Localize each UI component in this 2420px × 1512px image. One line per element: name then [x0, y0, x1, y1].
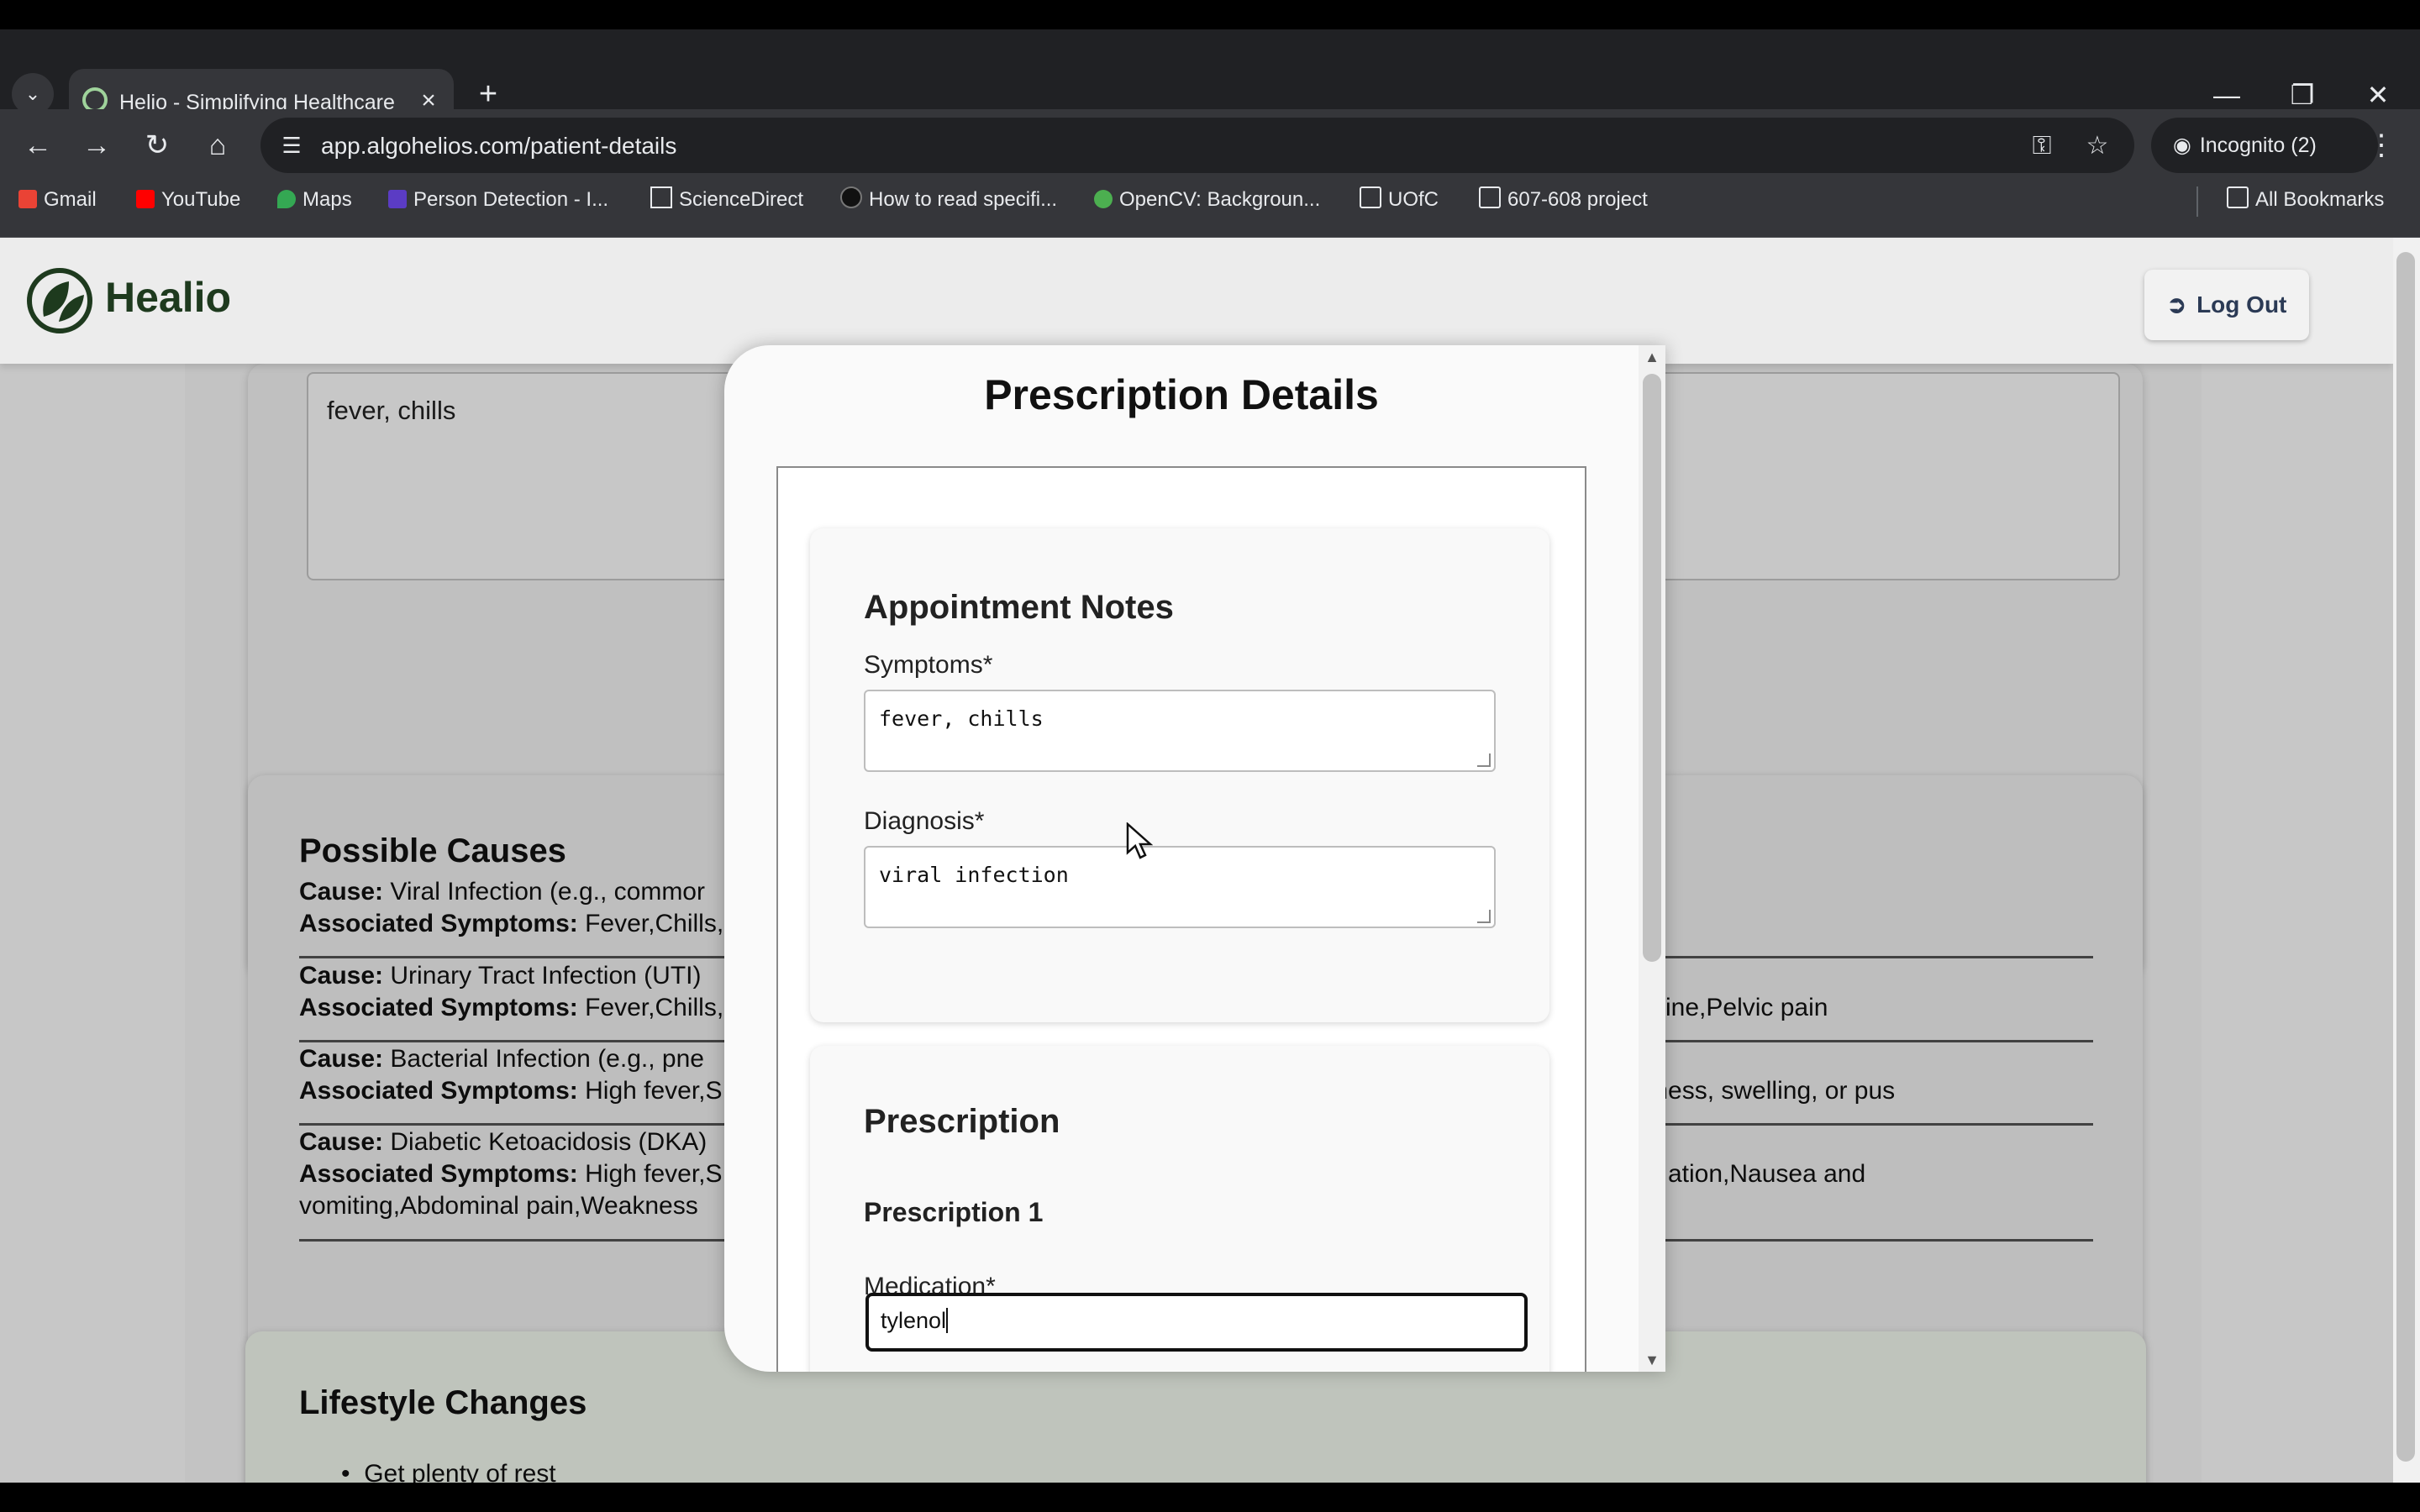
prescription-1-title: Prescription 1 [864, 1197, 1044, 1227]
scroll-down-icon[interactable]: ▼ [1639, 1350, 1665, 1370]
screen-bottom-bar [0, 1483, 2420, 1512]
leaf-logo-icon [27, 268, 92, 333]
reload-icon[interactable]: ↻ [133, 121, 182, 170]
person-detection-icon [388, 190, 407, 208]
forward-icon[interactable]: → [72, 121, 121, 170]
bookmark-607-608-project[interactable]: 607-608 project [1479, 178, 1648, 222]
how-to-read-icon [840, 186, 862, 208]
resize-handle-icon[interactable] [1477, 753, 1491, 767]
screen-top-bar [0, 0, 2420, 29]
scroll-up-icon[interactable]: ▲ [1639, 347, 1665, 367]
bookmark-maps[interactable]: Maps [277, 178, 352, 222]
modal-form-frame: Appointment Notes Symptoms* fever, chill… [776, 466, 1586, 1372]
opencv-icon [1094, 190, 1113, 208]
bookmark-person-detection[interactable]: Person Detection - I... [388, 178, 608, 222]
home-icon[interactable]: ⌂ [193, 121, 242, 170]
brand-name: Healio [105, 274, 232, 321]
bookmark-gmail[interactable]: Gmail [18, 178, 97, 222]
medication-input[interactable]: tylenol [865, 1293, 1528, 1352]
incognito-label: Incognito (2) [2199, 134, 2317, 157]
folder-icon [1479, 186, 1501, 208]
youtube-icon [136, 190, 155, 208]
bookmark-sciencedirect[interactable]: ScienceDirect [650, 178, 803, 222]
logout-icon: ➲ [2166, 291, 2187, 318]
incognito-icon: ◉ [2173, 134, 2191, 157]
bookmarks-bar: Gmail YouTube Maps Person Detection - I.… [0, 178, 2420, 238]
maps-icon [277, 190, 296, 208]
site-info-icon[interactable]: ☰ [276, 129, 308, 161]
star-icon[interactable]: ☆ [2079, 128, 2116, 165]
bookmark-opencv[interactable]: OpenCV: Backgroun... [1094, 178, 1320, 222]
sciencedirect-icon [650, 186, 672, 208]
symptoms-value: fever, chills [879, 706, 1044, 731]
url-text[interactable]: app.algohelios.com/patient-details [321, 133, 676, 160]
prescription-modal: Prescription Details Appointment Notes S… [724, 345, 1665, 1372]
all-bookmarks[interactable]: All Bookmarks [2227, 178, 2384, 222]
bookmark-how-to-read[interactable]: How to read specifi... [840, 178, 1057, 222]
address-bar[interactable]: ☰ app.algohelios.com/patient-details ⚿ ☆ [260, 118, 2134, 173]
logout-button[interactable]: ➲ Log Out [2144, 270, 2309, 340]
page-scrollbar-thumb[interactable] [2396, 252, 2415, 1462]
bookmark-youtube[interactable]: YouTube [136, 178, 240, 222]
modal-scrollbar-thumb[interactable] [1643, 374, 1661, 962]
gmail-icon [18, 190, 37, 208]
appointment-notes-title: Appointment Notes [864, 589, 1174, 626]
diagnosis-value: viral infection [879, 863, 1069, 887]
resize-handle-icon[interactable] [1477, 910, 1491, 923]
folder-icon [2227, 186, 2249, 208]
medication-value: tylenol [881, 1308, 947, 1333]
bookmarks-separator [2196, 186, 2198, 217]
symptoms-textarea[interactable]: fever, chills [864, 690, 1496, 772]
mouse-cursor-icon [1126, 822, 1153, 859]
web-page: fever, chills Possible Causes Cause: Vir… [0, 238, 2393, 1483]
appointment-notes-card: Appointment Notes Symptoms* fever, chill… [810, 528, 1549, 1022]
symptoms-label: Symptoms* [864, 651, 993, 679]
bookmark-uofc[interactable]: UOfC [1360, 178, 1439, 222]
diagnosis-textarea[interactable]: viral infection [864, 846, 1496, 928]
incognito-indicator[interactable]: ◉ Incognito (2) [2151, 118, 2378, 173]
key-icon[interactable]: ⚿ [2023, 128, 2060, 165]
back-icon[interactable]: ← [13, 121, 62, 170]
modal-title: Prescription Details [984, 371, 1379, 418]
chevron-down-icon: ⌄ [24, 83, 41, 104]
folder-icon [1360, 186, 1381, 208]
prescription-title: Prescription [864, 1103, 1060, 1140]
text-caret [946, 1308, 949, 1333]
menu-icon[interactable]: ⋮ [2365, 121, 2398, 170]
diagnosis-label: Diagnosis* [864, 807, 985, 835]
